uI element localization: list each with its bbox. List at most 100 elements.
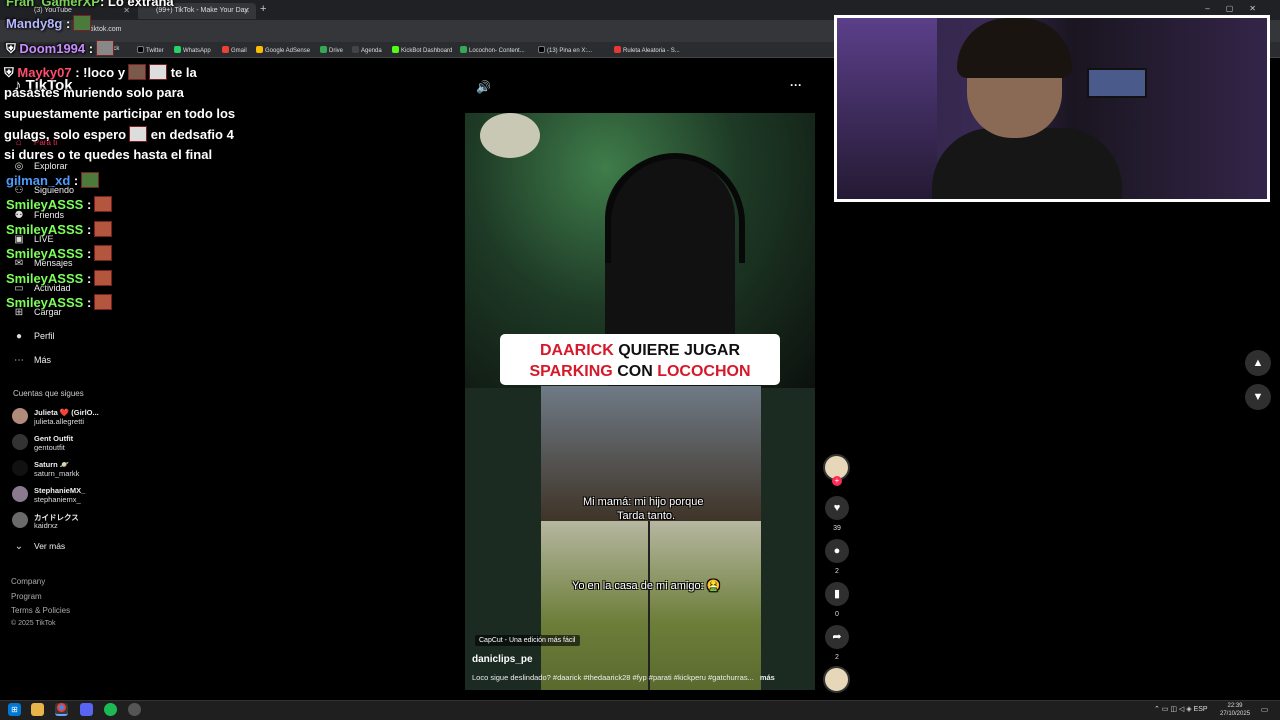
video-description: Loco sigue deslindado? #daarick #thedaar… [472,673,775,682]
chrome-logo-icon [57,703,66,712]
emote-icon [149,64,168,80]
volume-icon[interactable]: 🔊 [476,80,491,94]
title-red-word: LOCOCHON [657,363,751,380]
bookmark-label: Drive [329,48,344,54]
close-tab-icon[interactable]: ✕ [243,6,250,15]
chat-username: Mandy8g [6,16,63,31]
nav-label: Perfil [34,331,55,341]
chat-message: gilman_xd : [6,172,100,188]
previous-video-button[interactable]: ▲ [1245,350,1271,376]
windows-taskbar [0,700,1280,720]
taskbar-clock[interactable]: 22:39 27/10/2025 [1220,702,1250,718]
chat-text: : [73,173,79,188]
chevron-up-icon: ▲ [1252,357,1264,369]
footer-program[interactable]: Program [11,592,42,601]
bookmark-whatsapp[interactable]: WhatsApp [174,46,211,54]
see-more-button[interactable]: ⌄ Ver más [12,541,65,552]
clock-time: 22:39 [1227,703,1243,709]
chat-text: en dedsafio 4 [150,127,234,142]
nav-label: Más [34,355,52,365]
bookmark-gmail[interactable]: Gmail [222,46,247,54]
follow-plus-icon[interactable]: + [832,476,842,486]
footer-company[interactable]: Company [11,577,45,586]
save-button[interactable]: ▮ [825,582,849,606]
sheets-icon [460,46,467,53]
footer-terms[interactable]: Terms & Policies [11,606,70,615]
obs-icon[interactable] [128,703,141,716]
nav-perfil[interactable]: ● Perfil [12,331,55,342]
video-title-overlay: DAARICK QUIERE JUGAR SPARKING CON LOCOCH… [500,334,780,385]
bookmark-label: WhatsApp [183,48,211,54]
emote-icon [94,245,113,261]
chat-text: : [86,222,92,237]
like-button[interactable]: ♥ [825,496,849,520]
account-name: StephanieMX_ [34,486,86,495]
chat-message: SmileyASSS : [6,245,113,261]
bookmark-locochon[interactable]: Locochon- Content... [460,46,525,54]
capcut-badge[interactable]: CapCut - Una edición más fácil [475,635,580,646]
chat-message: SmileyASSS : [6,221,113,237]
bookmark-ruleta[interactable]: Ruleta Aleatoria - S... [614,46,680,54]
chat-text: te la [170,65,197,80]
spotify-icon[interactable] [104,703,117,716]
share-count: 2 [835,654,839,661]
more-dots-icon: ⋯ [14,355,24,366]
account-handle: stephaniemx_ [34,495,81,504]
nav-mas[interactable]: ⋯ Más [12,355,51,366]
next-video-button[interactable]: ▼ [1245,384,1271,410]
notion-icon [352,46,359,53]
shelf-image [837,18,937,199]
footer-copyright: © 2025 TikTok [11,620,56,627]
chat-username: SmileyASSS [6,295,84,310]
bookmark-drive[interactable]: Drive [320,46,343,54]
emote-icon [94,294,113,310]
following-section-title: Cuentas que sigues [13,389,84,398]
nav-explorar[interactable]: ◎ Explorar [12,161,68,172]
chat-username: SmileyASSS [6,197,84,212]
chat-username: Fran_GamerXP [6,0,100,9]
avatar [12,434,28,450]
chat-username: Mayky07 [17,65,72,80]
video-author[interactable]: daniclips_pe [472,654,533,665]
bookmark-twitter[interactable]: Twitter [137,46,164,54]
discord-icon[interactable] [80,703,93,716]
monitor-image [1087,68,1147,98]
account-name: Gent Outfit [34,434,74,443]
account-handle: gentoutfit [34,443,65,452]
window-controls[interactable]: –▢✕ [1205,4,1272,13]
more-options-icon[interactable]: ··· [790,78,802,92]
music-disc-avatar[interactable] [823,666,850,693]
chat-message: Mandy8g : [6,15,92,31]
bookmark-adsense[interactable]: Google AdSense [256,46,310,54]
split-divider [648,521,650,690]
more-link[interactable]: más [760,673,775,682]
new-tab-icon[interactable]: + [260,3,266,15]
chat-text: gulags, solo espero [4,127,127,142]
chat-username: SmileyASSS [6,271,84,286]
account-handle: kaidrxz [34,521,58,530]
file-explorer-icon[interactable] [31,703,44,716]
see-more-label: Ver más [34,541,66,551]
share-button[interactable]: ➦ [825,625,849,649]
chat-text: : Lo extraña [99,0,174,9]
bookmark-pina[interactable]: (13) Pina en X:... [538,46,592,54]
save-count: 0 [835,611,839,618]
bookmark-label: Locochon- Content... [469,48,525,54]
url-text[interactable]: tiktok.com [90,26,122,33]
avatar [12,486,28,502]
emote-icon [128,64,147,80]
emote-icon [73,15,92,31]
chat-text: : [65,16,71,31]
notification-icon[interactable]: ▭ [1258,703,1271,716]
chrome-icon[interactable] [55,703,68,716]
system-tray[interactable]: ⌃ ▭ ◫ ◁ ◈ ESP [1154,705,1208,713]
bookmark-kickbot[interactable]: KickBot Dashboard [392,46,452,54]
video-player[interactable]: DAARICK QUIERE JUGAR SPARKING CON LOCOCH… [465,113,815,690]
chat-text: : [86,197,92,212]
comment-count: 2 [835,568,839,575]
streamer-body-image [932,128,1122,199]
comment-button[interactable]: ● [825,539,849,563]
windows-start-icon[interactable]: ⊞ [8,703,21,716]
bookmark-agenda[interactable]: Agenda [352,46,382,54]
gmail-icon [222,46,229,53]
